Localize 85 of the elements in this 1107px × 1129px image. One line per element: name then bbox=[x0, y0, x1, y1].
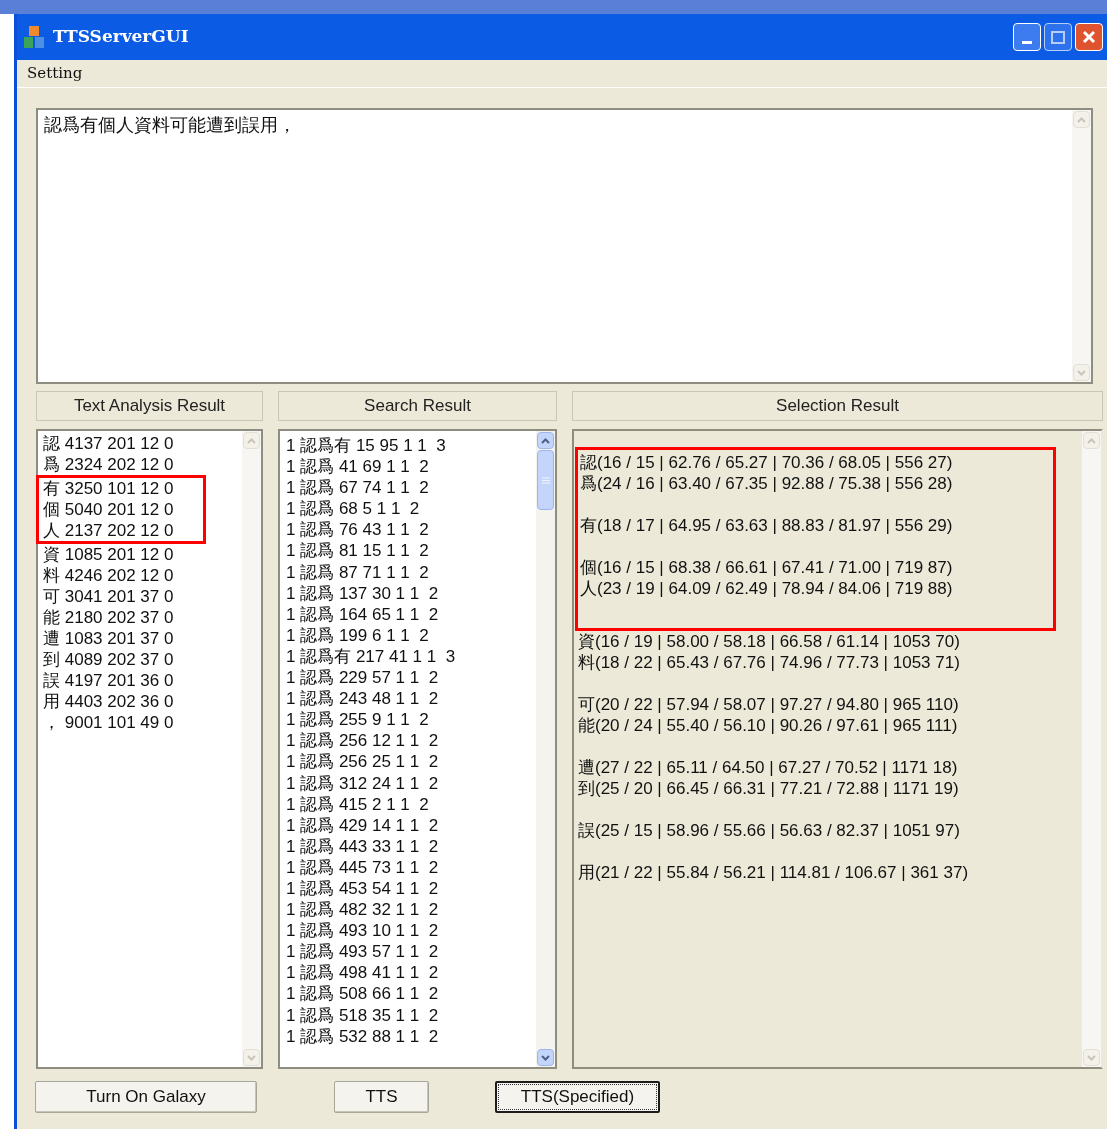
minimize-icon bbox=[1022, 41, 1032, 44]
list-item[interactable]: 資 1085 201 12 0 bbox=[43, 544, 242, 565]
list-item[interactable]: 到 4089 202 37 0 bbox=[43, 649, 242, 670]
result-line: 遭(27 / 22 | 65.11 / 64.50 | 67.27 / 70.52 | 1171 18) bbox=[578, 757, 959, 778]
list-item[interactable]: 1 認爲 243 48 1 1 2 bbox=[286, 688, 536, 710]
list-item[interactable]: 1 認爲 199 6 1 1 2 bbox=[286, 624, 536, 646]
minimize-button[interactable] bbox=[1013, 23, 1041, 51]
list-item[interactable]: 誤 4197 201 36 0 bbox=[43, 670, 242, 691]
chevron-up-icon bbox=[247, 437, 256, 444]
action-button[interactable]: TTS(Specified) bbox=[495, 1081, 660, 1113]
list-item[interactable]: 1 認爲 256 25 1 1 2 bbox=[286, 751, 536, 773]
list-item[interactable]: 1 認爲 229 57 1 1 2 bbox=[286, 667, 536, 689]
result-line: 認(16 / 15 | 62.76 / 65.27 | 70.36 / 68.05 | 556 27) bbox=[580, 452, 954, 473]
result-line: 到(25 / 20 | 66.45 / 66.31 | 77.21 / 72.88 | 1171 19) bbox=[578, 778, 960, 799]
list-box[interactable] bbox=[36, 429, 263, 1069]
chevron-down-icon bbox=[247, 1054, 256, 1061]
result-line: 個(16 / 15 | 68.38 / 66.61 | 67.41 / 71.00 | 719 87) bbox=[580, 557, 954, 578]
list-item[interactable]: 可 3041 201 37 0 bbox=[43, 586, 242, 607]
close-button[interactable] bbox=[1075, 23, 1103, 51]
list-item[interactable]: 1 認爲有 217 41 1 1 3 bbox=[286, 645, 536, 668]
chevron-down-icon bbox=[1087, 1054, 1096, 1061]
app-icon bbox=[23, 25, 45, 49]
scrollbar[interactable] bbox=[536, 431, 555, 1067]
list-item[interactable]: 1 認爲 482 32 1 1 2 bbox=[286, 899, 536, 921]
list-item[interactable]: 1 認爲 443 33 1 1 2 bbox=[286, 835, 536, 857]
list-item[interactable]: 1 認爲 137 30 1 1 2 bbox=[286, 582, 536, 604]
maximize-icon bbox=[1051, 30, 1065, 44]
list-item[interactable]: 料 4246 202 12 0 bbox=[43, 565, 242, 586]
scroll-down-button[interactable] bbox=[537, 1049, 554, 1066]
list-item[interactable]: 1 認爲 445 73 1 1 2 bbox=[286, 856, 536, 878]
list-item[interactable]: 1 認爲 312 24 1 1 2 bbox=[286, 772, 536, 794]
list-item[interactable]: 1 認爲 67 74 1 1 2 bbox=[286, 477, 536, 499]
maximize-button[interactable] bbox=[1044, 23, 1072, 51]
list-item[interactable]: 個 5040 201 12 0 bbox=[43, 499, 203, 520]
list-item[interactable]: 1 認爲 498 41 1 1 2 bbox=[286, 962, 536, 984]
list-item[interactable]: 1 認爲 415 2 1 1 2 bbox=[286, 793, 536, 815]
list-item[interactable]: 爲 2324 202 12 0 bbox=[43, 454, 242, 475]
result-line: 可(20 / 22 | 57.94 / 58.07 | 97.27 / 94.80 | 965 110) bbox=[578, 694, 960, 715]
list-item[interactable]: 有 3250 101 12 0 bbox=[43, 478, 203, 499]
list-item[interactable]: 用 4403 202 36 0 bbox=[43, 691, 242, 712]
list-item[interactable]: 認 4137 201 12 0 bbox=[43, 433, 242, 454]
list-item[interactable]: 1 認爲 256 12 1 1 2 bbox=[286, 730, 536, 752]
result-line: 爲(24 / 16 | 63.40 / 67.35 | 92.88 / 75.38 | 556 28) bbox=[580, 473, 954, 494]
list-box[interactable] bbox=[572, 429, 1103, 1069]
list-item[interactable]: 1 認爲 81 15 1 1 2 bbox=[286, 540, 536, 562]
list-item[interactable]: 能 2180 202 37 0 bbox=[43, 607, 242, 628]
list-item[interactable]: 1 認爲 164 65 1 1 2 bbox=[286, 603, 536, 625]
result-line: 能(20 / 24 | 55.40 / 56.10 | 90.26 / 97.61 | 965 111) bbox=[578, 715, 959, 736]
list-item[interactable]: 1 認爲 76 43 1 1 2 bbox=[286, 519, 536, 541]
result-line: 人(23 / 19 | 64.09 / 62.49 | 78.94 / 84.06 | 719 88) bbox=[580, 578, 954, 599]
list-box[interactable] bbox=[278, 429, 557, 1069]
result-line: 資(16 / 19 | 58.00 / 58.18 | 66.58 / 61.14 | 1053 70) bbox=[578, 631, 961, 652]
panel-header: Search Result bbox=[278, 391, 557, 421]
panel-header: Text Analysis Result bbox=[36, 391, 263, 421]
chevron-up-icon bbox=[541, 437, 550, 444]
scroll-up-button[interactable] bbox=[537, 432, 554, 449]
list-item[interactable]: 1 認爲 453 54 1 1 2 bbox=[286, 877, 536, 900]
list-item[interactable]: ， 9001 101 49 0 bbox=[43, 712, 242, 733]
window-title: TTSServerGUI bbox=[53, 25, 189, 49]
action-button[interactable]: TTS bbox=[334, 1081, 429, 1113]
grip-icon bbox=[541, 476, 550, 484]
list-item[interactable]: 1 認爲有 15 95 1 1 3 bbox=[286, 435, 536, 457]
list-item[interactable]: 1 認爲 508 66 1 1 2 bbox=[286, 983, 536, 1005]
list-item[interactable]: 1 認爲 68 5 1 1 2 bbox=[286, 498, 536, 520]
list-item[interactable]: 遭 1083 201 37 0 bbox=[43, 628, 242, 649]
close-icon bbox=[1082, 30, 1096, 44]
panel-header: Selection Result bbox=[572, 391, 1103, 421]
list-item[interactable]: 1 認爲 532 88 1 1 2 bbox=[286, 1025, 536, 1047]
scrollbar-thumb[interactable] bbox=[537, 450, 554, 510]
menu-item[interactable]: Setting bbox=[27, 62, 83, 85]
chevron-up-icon bbox=[1087, 437, 1096, 444]
list-item[interactable]: 1 認爲 493 57 1 1 2 bbox=[286, 941, 536, 963]
chevron-down-icon bbox=[541, 1054, 550, 1061]
list-item[interactable]: 1 認爲 493 10 1 1 2 bbox=[286, 920, 536, 942]
list-item[interactable]: 人 2137 202 12 0 bbox=[43, 520, 203, 541]
list-item[interactable]: 1 認爲 429 14 1 1 2 bbox=[286, 814, 536, 836]
list-item[interactable]: 1 認爲 41 69 1 1 2 bbox=[286, 456, 536, 478]
result-line: 料(18 / 22 | 65.43 / 67.76 | 74.96 / 77.73 | 1053 71) bbox=[578, 652, 961, 673]
list-item[interactable]: 1 認爲 518 35 1 1 2 bbox=[286, 1004, 536, 1026]
result-line: 用(21 / 22 | 55.84 / 56.21 | 114.81 / 106.67 | 361 37) bbox=[578, 862, 970, 883]
list-item[interactable]: 1 認爲 255 9 1 1 2 bbox=[286, 709, 536, 731]
result-line: 有(18 / 17 | 64.95 / 63.63 | 88.83 / 81.97 | 556 29) bbox=[580, 515, 954, 536]
result-line: 誤(25 / 15 | 58.96 / 55.66 | 56.63 / 82.37 | 1051 97) bbox=[578, 820, 961, 841]
action-button[interactable]: Turn On Galaxy bbox=[35, 1081, 257, 1113]
list-item[interactable]: 1 認爲 87 71 1 1 2 bbox=[286, 561, 536, 583]
